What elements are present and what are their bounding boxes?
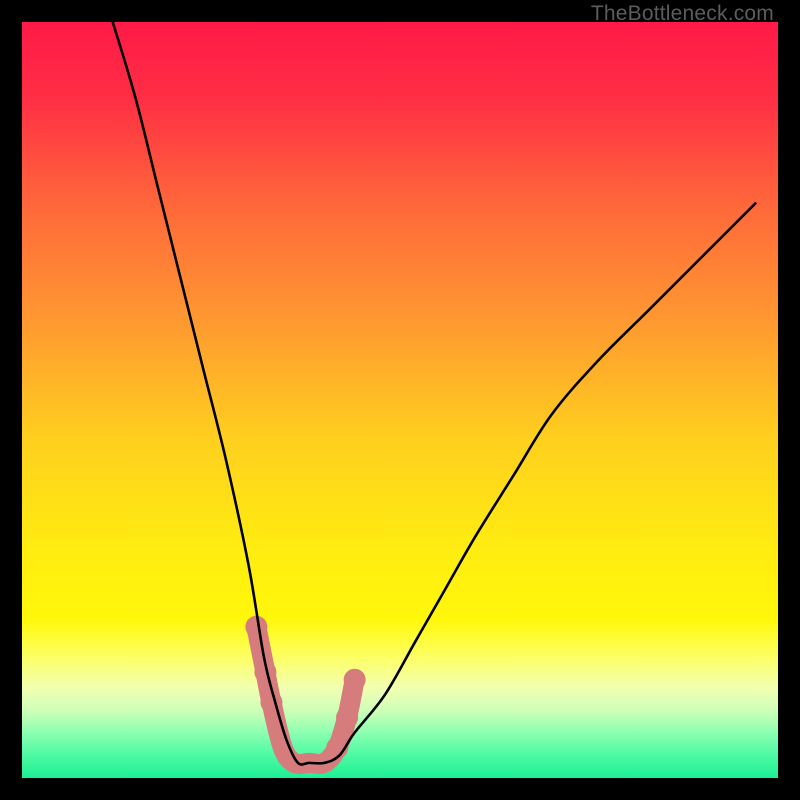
highlight-dot — [344, 669, 366, 691]
plot-area — [22, 22, 778, 778]
bottleneck-curve — [113, 22, 756, 765]
highlight-dot — [260, 691, 282, 713]
chart-svg — [22, 22, 778, 778]
highlight-dot — [336, 707, 358, 729]
